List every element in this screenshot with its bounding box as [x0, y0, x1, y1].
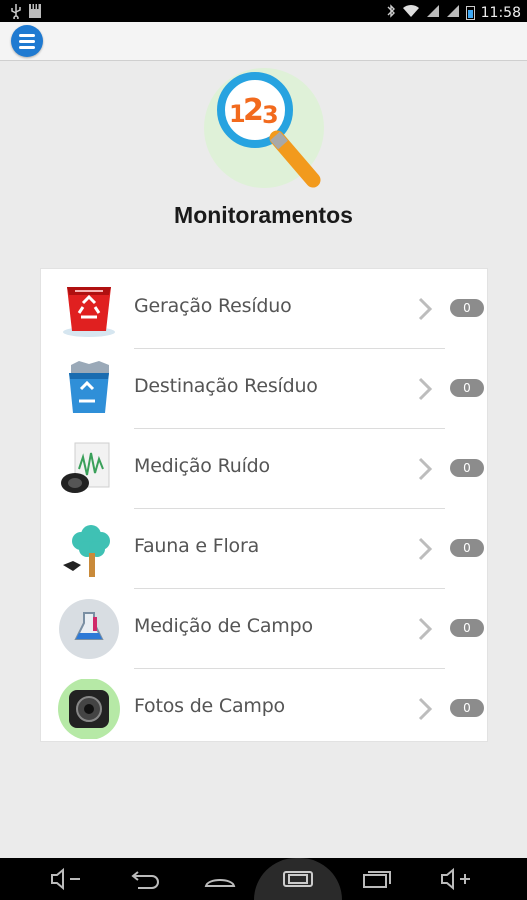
svg-text:3: 3: [262, 101, 279, 129]
item-label: Fotos de Campo: [134, 695, 285, 717]
item-label: Fauna e Flora: [134, 535, 260, 557]
signal-icon: [426, 4, 440, 22]
item-label: Medição Ruído: [134, 455, 270, 477]
menu-icon[interactable]: [11, 25, 43, 57]
recent-apps-icon[interactable]: [356, 864, 396, 894]
red-recycle-bin-icon: [57, 279, 121, 339]
count-badge: 0: [450, 459, 484, 477]
magnifier-123-icon: 1 2 3: [203, 66, 325, 190]
item-label: Geração Resíduo: [134, 295, 292, 317]
camera-lens-icon: [57, 678, 121, 740]
list-item-medicao-de-campo[interactable]: Medição de Campo 0: [41, 589, 489, 669]
bluetooth-icon: [386, 3, 396, 23]
count-badge: 0: [450, 539, 484, 557]
status-bar: 11:58: [0, 0, 527, 22]
chevron-right-icon: [417, 376, 433, 402]
list-item-fauna-e-flora[interactable]: Fauna e Flora 0: [41, 509, 489, 589]
usb-icon: [10, 3, 22, 23]
count-badge: 0: [450, 299, 484, 317]
wifi-icon: [402, 4, 420, 22]
flask-icon: [57, 599, 121, 659]
volume-up-icon[interactable]: [436, 864, 476, 894]
list-item-geracao-residuo[interactable]: Geração Resíduo 0: [41, 269, 489, 349]
battery-icon: [465, 6, 475, 20]
count-badge: 0: [450, 379, 484, 397]
action-bar: [0, 22, 527, 61]
list-item-fotos-de-campo[interactable]: Fotos de Campo 0: [41, 669, 489, 749]
tree-bird-icon: [57, 519, 121, 579]
count-badge: 0: [450, 619, 484, 637]
monitoring-list: Geração Resíduo 0 Destinação Resíduo 0 M…: [40, 268, 488, 742]
back-icon[interactable]: [124, 864, 164, 894]
blue-recycle-bin-icon: [57, 359, 121, 419]
chevron-right-icon: [417, 296, 433, 322]
noise-chart-speaker-icon: [57, 439, 121, 499]
page-title: Monitoramentos: [174, 202, 353, 228]
item-label: Destinação Resíduo: [134, 375, 318, 397]
signal-2-icon: [446, 4, 460, 22]
chevron-right-icon: [417, 536, 433, 562]
item-label: Medição de Campo: [134, 615, 313, 637]
list-item-destinacao-residuo[interactable]: Destinação Resíduo 0: [41, 349, 489, 429]
volume-down-icon[interactable]: [46, 864, 86, 894]
chevron-right-icon: [417, 456, 433, 482]
count-badge: 0: [450, 699, 484, 717]
list-item-medicao-ruido[interactable]: Medição Ruído 0: [41, 429, 489, 509]
status-time: 11:58: [480, 5, 521, 21]
sd-card-icon: [28, 3, 42, 23]
chevron-right-icon: [417, 616, 433, 642]
chevron-right-icon: [417, 696, 433, 722]
home-icon[interactable]: [200, 864, 240, 894]
screenshot-icon[interactable]: [278, 864, 318, 894]
navigation-bar: [0, 858, 527, 900]
svg-text:2: 2: [243, 93, 264, 128]
